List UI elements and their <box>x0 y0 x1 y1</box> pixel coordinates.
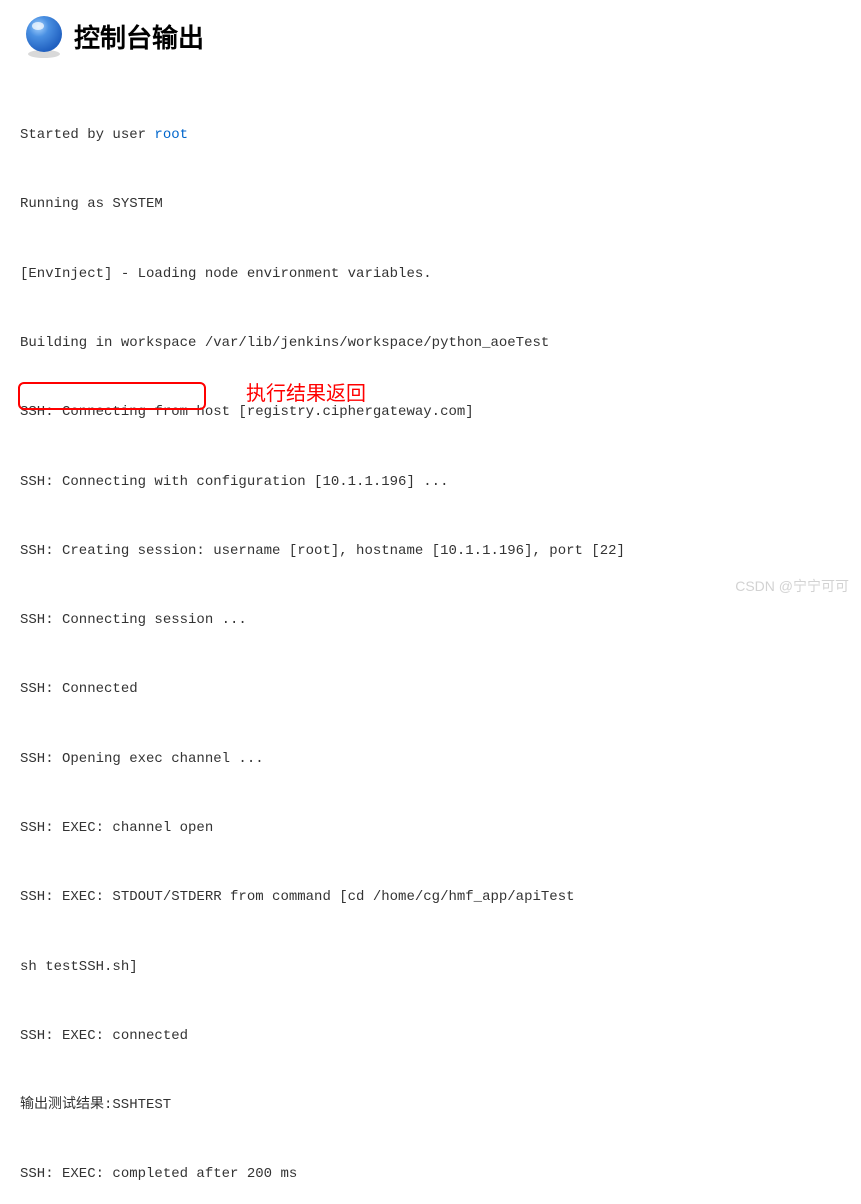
log-line: SSH: Connecting from host [registry.ciph… <box>20 401 841 424</box>
log-line: SSH: EXEC: connected <box>20 1025 841 1048</box>
user-link[interactable]: root <box>154 127 188 143</box>
log-line: [EnvInject] - Loading node environment v… <box>20 263 841 286</box>
page-title: 控制台输出 <box>74 18 204 55</box>
log-line: SSH: Opening exec channel ... <box>20 748 841 771</box>
log-line: SSH: EXEC: STDOUT/STDERR from command [c… <box>20 886 841 909</box>
log-line: Building in workspace /var/lib/jenkins/w… <box>20 332 841 355</box>
log-line: SSH: Connecting with configuration [10.1… <box>20 471 841 494</box>
log-line: SSH: EXEC: completed after 200 ms <box>20 1163 841 1186</box>
log-line: Running as SYSTEM <box>20 193 841 216</box>
log-line: sh testSSH.sh] <box>20 956 841 979</box>
log-line: SSH: Connected <box>20 678 841 701</box>
page-header: 控制台输出 <box>20 12 841 60</box>
log-text: Started by user <box>20 127 154 143</box>
log-line: SSH: Connecting session ... <box>20 609 841 632</box>
log-line-highlighted: 输出测试结果:SSHTEST <box>20 1094 841 1117</box>
log-line: Started by user root <box>20 124 841 147</box>
console-output: Started by user root Running as SYSTEM [… <box>20 78 841 1204</box>
annotation-text: 执行结果返回 <box>246 378 366 411</box>
log-line: SSH: EXEC: channel open <box>20 817 841 840</box>
log-line: SSH: Creating session: username [root], … <box>20 540 841 563</box>
console-ball-icon <box>20 12 68 60</box>
watermark: CSDN @宁宁可可 <box>735 576 849 596</box>
